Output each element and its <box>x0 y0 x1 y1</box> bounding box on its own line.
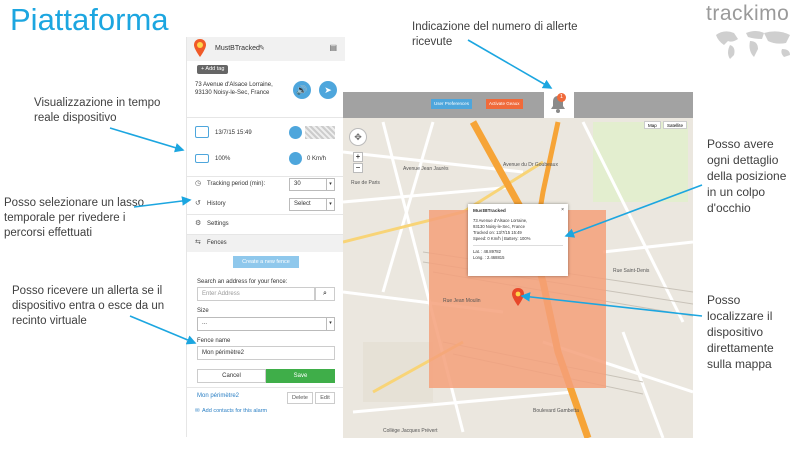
connector-timespan <box>133 196 192 208</box>
callout-connectors <box>109 39 703 345</box>
connector-details <box>564 184 703 238</box>
connector-fence <box>129 315 197 345</box>
connector-alerts <box>467 39 553 89</box>
connector-realtime <box>109 127 185 153</box>
connector-locate <box>520 292 703 317</box>
